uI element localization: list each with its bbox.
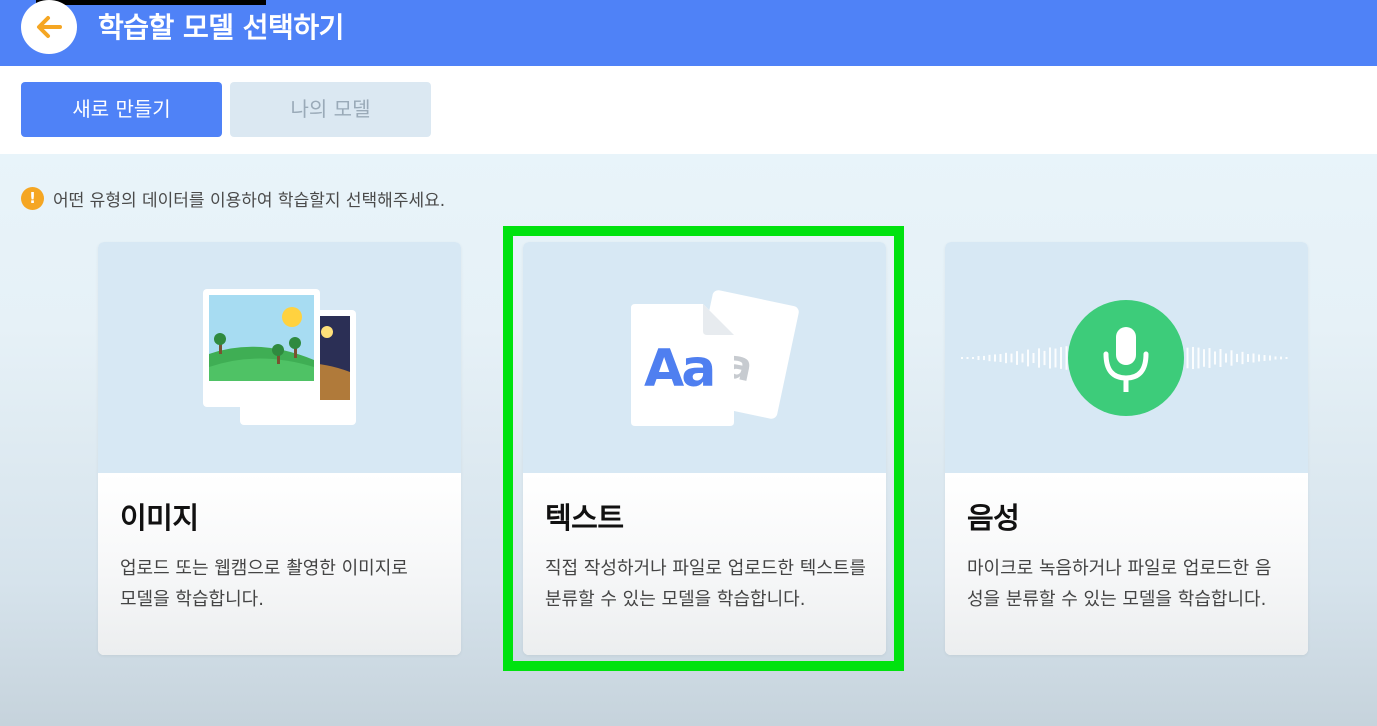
card-voice[interactable]: 음성 마이크로 녹음하거나 파일로 업로드한 음성을 분류할 수 있는 모델을 … (945, 242, 1308, 655)
card-image-title: 이미지 (120, 501, 199, 535)
arrow-left-icon (37, 16, 62, 38)
card-image-description: 업로드 또는 웹캠으로 촬영한 이미지로 모델을 학습합니다. (120, 558, 408, 610)
notice-text: 어떤 유형의 데이터를 이용하여 학습할지 선택해주세요. (53, 190, 446, 211)
notice: ! 어떤 유형의 데이터를 이용하여 학습할지 선택해주세요. (21, 186, 446, 211)
tab-bar: 새로 만들기 나의 모델 (0, 66, 1377, 154)
card-image[interactable]: 이미지 업로드 또는 웹캠으로 촬영한 이미지로 모델을 학습합니다. (98, 242, 461, 655)
text-icon-glyph: Aa (644, 339, 713, 399)
card-text-body: 텍스트 직접 작성하거나 파일로 업로드한 텍스트를 분류할 수 있는 모델을 … (523, 473, 886, 655)
exclamation-icon: ! (21, 186, 44, 210)
card-text-title: 텍스트 (545, 501, 624, 535)
back-button[interactable] (21, 0, 77, 54)
top-black-strip (36, 0, 266, 5)
card-voice-title: 음성 (967, 501, 1020, 535)
page-title: 학습할 모델 선택하기 (98, 11, 344, 44)
card-text-description: 직접 작성하거나 파일로 업로드한 텍스트를 분류할 수 있는 모델을 학습합니… (545, 558, 866, 610)
tab-my-models[interactable]: 나의 모델 (230, 82, 431, 137)
sound-wave-icon (961, 300, 1288, 416)
card-text[interactable]: a Aa 텍스트 직접 작성하거나 파일로 업로드한 텍스트를 분류할 수 있는… (523, 242, 886, 655)
tab-new[interactable]: 새로 만들기 (21, 82, 222, 137)
text-document-icon: a Aa (631, 290, 799, 426)
card-text-thumbnail: a Aa (523, 242, 886, 473)
header-bar: 학습할 모델 선택하기 (0, 0, 1377, 66)
card-voice-thumbnail (945, 242, 1308, 473)
card-image-body: 이미지 업로드 또는 웹캠으로 촬영한 이미지로 모델을 학습합니다. (98, 473, 461, 655)
card-voice-body: 음성 마이크로 녹음하거나 파일로 업로드한 음성을 분류할 수 있는 모델을 … (945, 473, 1308, 655)
card-image-thumbnail (98, 242, 461, 473)
image-photo-icon (203, 289, 356, 425)
card-voice-description: 마이크로 녹음하거나 파일로 업로드한 음성을 분류할 수 있는 모델을 학습합… (967, 558, 1272, 610)
